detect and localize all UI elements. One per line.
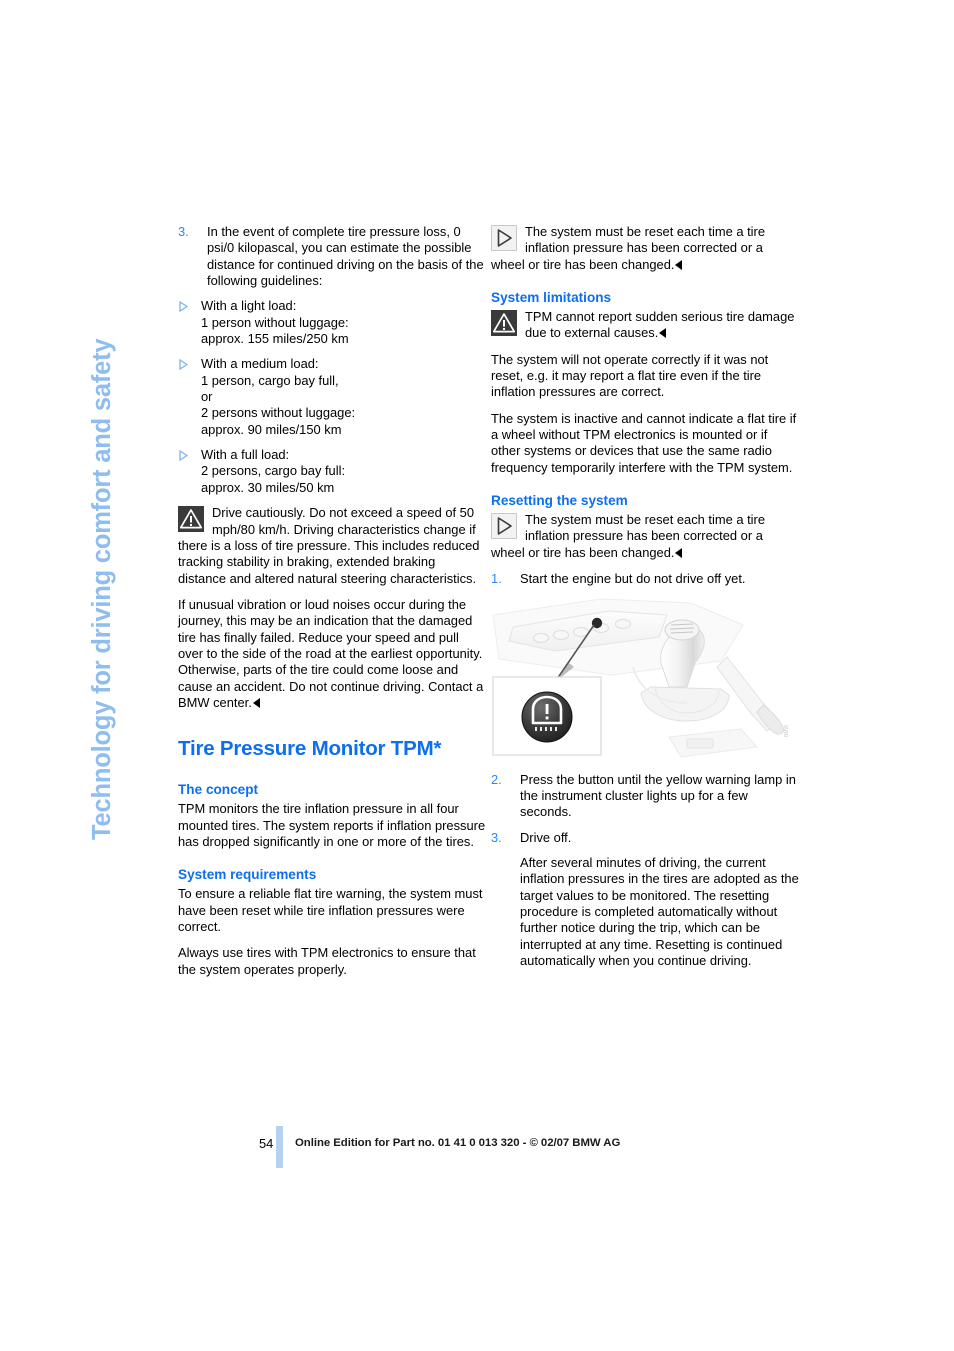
figure-tpm-button-location: BMW (491, 596, 795, 760)
limitations-paragraph-1: The system will not operate correctly if… (491, 351, 769, 400)
step-text: Start the engine but do not drive off ye… (520, 571, 746, 587)
manual-page: Technology for driving comfort and safet… (0, 0, 954, 1351)
step-text: Press the button until the yellow warnin… (520, 771, 796, 820)
note-triangle-icon (491, 225, 517, 251)
left-column: 3. In the event of complete tire pressur… (178, 224, 486, 988)
heading-the-concept: The concept (178, 782, 259, 798)
limitations-warning-callout: TPM cannot report sudden serious tire da… (491, 309, 799, 342)
step-number: 2. (491, 771, 502, 787)
triangle-bullet-icon (179, 450, 188, 462)
page-title: Tire Pressure Monitor TPM* (178, 737, 442, 761)
step-text: Drive off. (520, 829, 572, 845)
step-number: 3. (491, 829, 502, 845)
list-item: 1. Start the engine but do not drive off… (491, 571, 799, 587)
note-body: The system must be reset each time a tir… (491, 512, 799, 561)
note-callout-reset: The system must be reset each time a tir… (491, 512, 799, 561)
load-case-text: With a medium load: 1 person, cargo bay … (201, 356, 356, 437)
svg-text:BMW: BMW (784, 724, 790, 737)
warning-text-1: Drive cautiously. Do not exceed a speed … (178, 505, 480, 586)
requirements-paragraph-2: Always use tires with TPM electronics to… (178, 945, 476, 977)
load-case-list: With a light load: 1 person without lugg… (178, 298, 486, 496)
right-column: The system must be reset each time a tir… (491, 224, 799, 969)
note-callout-top: The system must be reset each time a tir… (491, 224, 799, 273)
running-head-text: Technology for driving comfort and safet… (88, 338, 116, 840)
warning-paragraph-2: If unusual vibration or loud noises occu… (178, 597, 486, 711)
concept-paragraph: TPM monitors the tire inflation pressure… (178, 801, 486, 849)
note-text: The system must be reset each time a tir… (491, 224, 765, 272)
heading-system-limitations: System limitations (491, 290, 612, 306)
console-illustration: BMW (491, 596, 795, 760)
note-triangle-icon (491, 513, 517, 540)
list-item: With a full load: 2 persons, cargo bay f… (178, 447, 486, 496)
triangle-bullet-icon (179, 301, 188, 313)
limitations-warning-body: TPM cannot report sudden serious tire da… (491, 309, 799, 342)
heading-resetting-the-system: Resetting the system (491, 493, 628, 509)
vertical-running-head: Technology for driving comfort and safet… (88, 200, 169, 840)
list-item: With a light load: 1 person without lugg… (178, 298, 486, 347)
load-case-text: With a light load: 1 person without lugg… (201, 298, 349, 347)
warning-text-2: If unusual vibration or loud noises occu… (178, 596, 484, 710)
end-marker-icon (252, 697, 260, 708)
list-item: With a medium load: 1 person, cargo bay … (178, 356, 486, 438)
end-marker-icon (659, 328, 667, 339)
end-marker-icon (675, 547, 683, 558)
note-body: The system must be reset each time a tir… (491, 224, 799, 273)
warning-callout: Drive cautiously. Do not exceed a speed … (178, 505, 486, 587)
list-item: 2. Press the button until the yellow war… (491, 772, 799, 821)
load-case-text: With a full load: 2 persons, cargo bay f… (201, 447, 346, 495)
step-text: In the event of complete tire pressure l… (207, 224, 484, 289)
footer-accent-bar (276, 1126, 283, 1168)
list-item: 3. In the event of complete tire pressur… (178, 224, 486, 289)
limitations-paragraph-2: The system is inactive and cannot indica… (491, 410, 797, 475)
requirements-paragraph-1: To ensure a reliable flat tire warning, … (178, 886, 483, 934)
warning-triangle-icon (491, 310, 517, 337)
step-3-body: After several minutes of driving, the cu… (520, 854, 799, 968)
warning-triangle-icon (178, 506, 204, 533)
heading-system-requirements: System requirements (178, 867, 317, 883)
note-text: The system must be reset each time a tir… (491, 512, 765, 560)
warning-body: Drive cautiously. Do not exceed a speed … (178, 505, 486, 587)
end-marker-icon (675, 259, 683, 270)
page-number: 54 (259, 1136, 274, 1151)
footer-text: Online Edition for Part no. 01 41 0 013 … (295, 1137, 621, 1149)
list-item: 3. Drive off. (491, 830, 799, 846)
step-number: 3. (178, 224, 189, 239)
step-number: 1. (491, 571, 502, 587)
triangle-bullet-icon (179, 359, 188, 371)
